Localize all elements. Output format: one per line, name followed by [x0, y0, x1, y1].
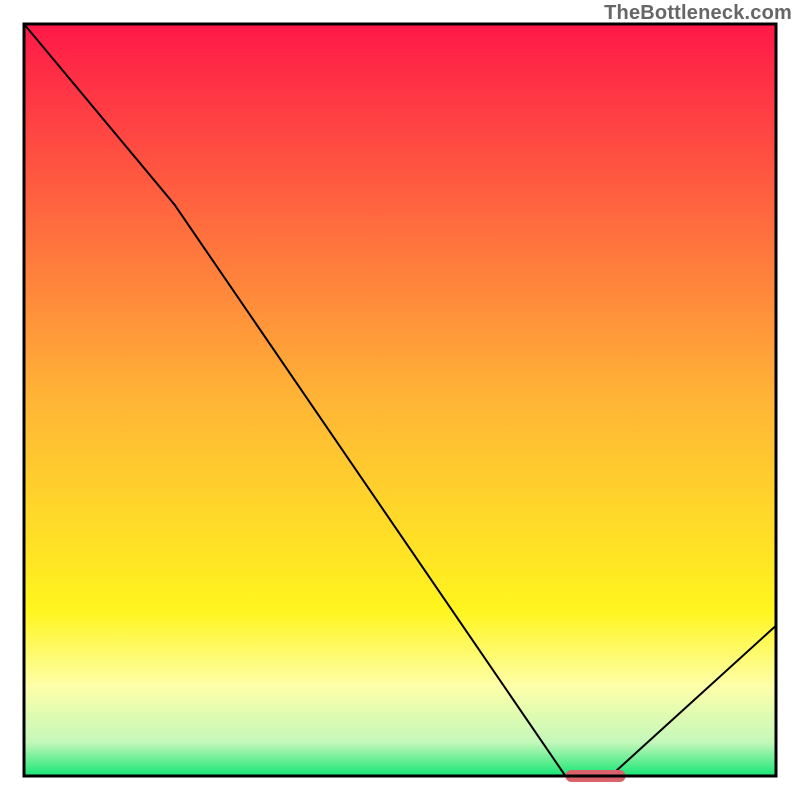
plot-background: [24, 24, 776, 776]
chart-svg: [0, 0, 800, 800]
bottleneck-chart: TheBottleneck.com: [0, 0, 800, 800]
watermark-text: TheBottleneck.com: [604, 2, 792, 25]
